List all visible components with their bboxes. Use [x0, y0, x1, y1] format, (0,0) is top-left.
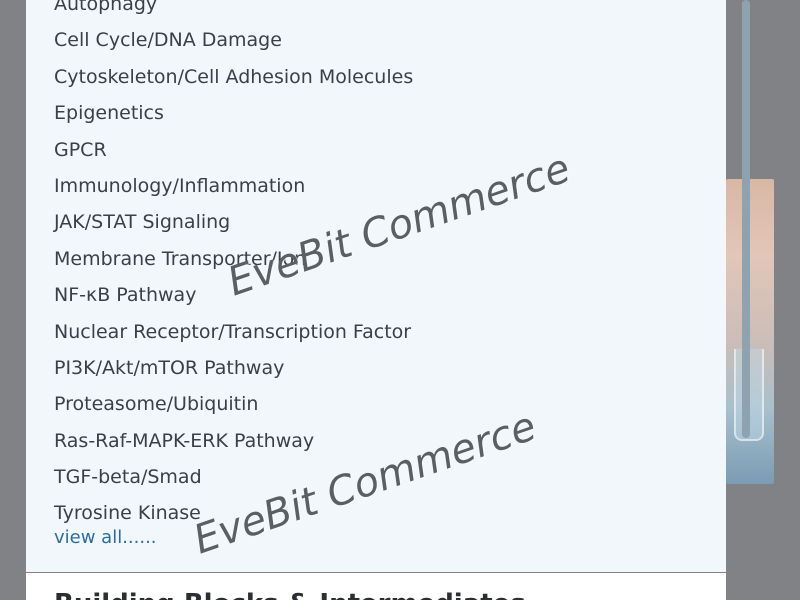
section-header-panel: Building Blocks & Intermediates: [26, 573, 726, 600]
category-list: Autophagy Cell Cycle/DNA Damage Cytoskel…: [54, 0, 413, 532]
category-item-immunology[interactable]: Immunology/Inflammation: [54, 168, 413, 204]
category-item-tgf-beta[interactable]: TGF-beta/Smad: [54, 459, 413, 495]
section-heading: Building Blocks & Intermediates: [54, 589, 526, 600]
category-dropdown-panel: Autophagy Cell Cycle/DNA Damage Cytoskel…: [26, 0, 750, 572]
category-item-proteasome[interactable]: Proteasome/Ubiquitin: [54, 386, 413, 422]
category-item-ras-raf[interactable]: Ras-Raf-MAPK-ERK Pathway: [54, 423, 413, 459]
background-product-image: [726, 179, 774, 484]
category-item-membrane-transporter[interactable]: Membrane Transporter/Ion: [54, 241, 413, 277]
list-scrollbar[interactable]: [742, 0, 750, 438]
view-all-link[interactable]: view all......: [54, 527, 157, 548]
category-item-cell-cycle[interactable]: Cell Cycle/DNA Damage: [54, 22, 413, 58]
category-item-cytoskeleton[interactable]: Cytoskeleton/Cell Adhesion Molecules: [54, 59, 413, 95]
category-item-nuclear-receptor[interactable]: Nuclear Receptor/Transcription Factor: [54, 314, 413, 350]
category-item-epigenetics[interactable]: Epigenetics: [54, 95, 413, 131]
category-item-jak-stat[interactable]: JAK/STAT Signaling: [54, 204, 413, 240]
category-item-pi3k[interactable]: PI3K/Akt/mTOR Pathway: [54, 350, 413, 386]
category-item-gpcr[interactable]: GPCR: [54, 132, 413, 168]
category-item-autophagy[interactable]: Autophagy: [54, 0, 413, 22]
category-item-nf-kb[interactable]: NF-κB Pathway: [54, 277, 413, 313]
